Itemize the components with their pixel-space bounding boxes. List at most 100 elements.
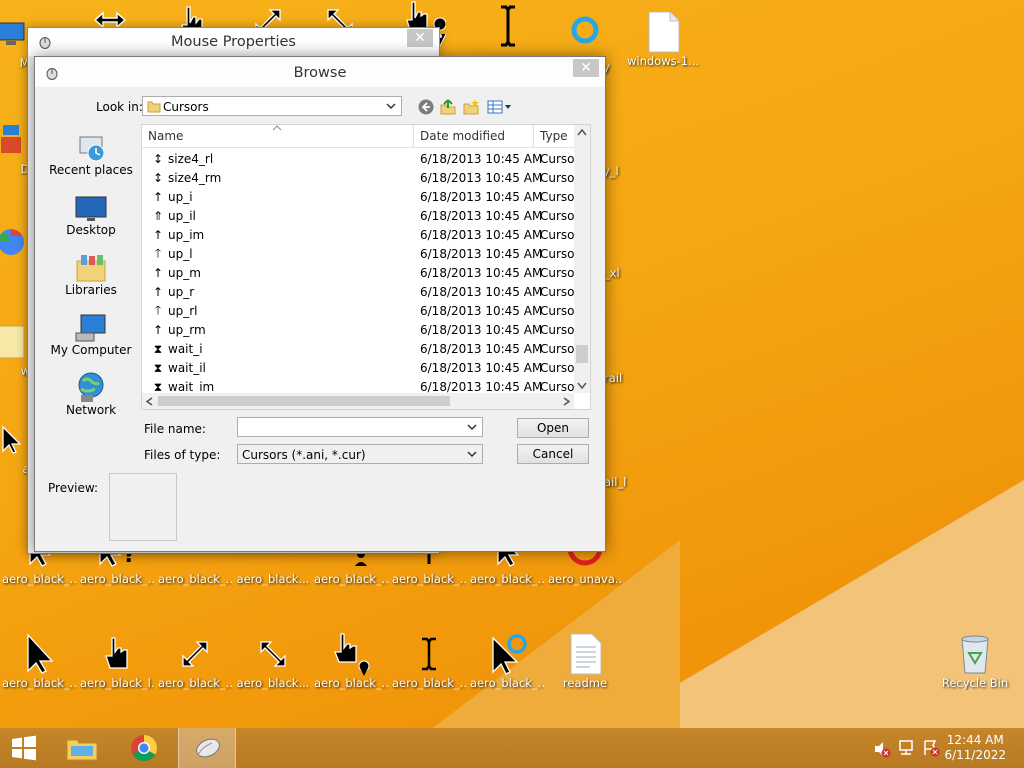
horizontal-scrollbar[interactable] [142, 393, 574, 409]
taskbar-mouse-properties[interactable] [178, 728, 236, 768]
place-network[interactable]: Network [43, 371, 139, 417]
chevron-down-icon [467, 451, 477, 458]
file-row[interactable]: ⧗ wait_il 6/18/2013 10:45 AM Cursor [142, 359, 580, 378]
wait-cursor-icon: ⧗ [153, 341, 163, 356]
desktop-icon-readme[interactable]: readme [548, 632, 622, 690]
file-row[interactable]: 🡑 up_l 6/18/2013 10:45 AM Cursor [142, 245, 580, 264]
title-bar[interactable]: Mouse Properties ✕ [28, 28, 439, 56]
place-my-computer[interactable]: My Computer [43, 311, 139, 357]
file-row[interactable]: ↑ up_rm 6/18/2013 10:45 AM Cursor [142, 321, 579, 340]
file-date-modified: 6/18/2013 10:45 AM [420, 304, 543, 318]
desktop-icon-recycle-bin[interactable]: Recycle Bin [938, 632, 1012, 690]
scroll-down-arrow-icon[interactable] [577, 382, 587, 389]
recent-places-icon [43, 131, 139, 163]
diagonal-resize-cursor-icon [158, 632, 232, 676]
busy-ring-cursor-icon[interactable] [565, 10, 605, 50]
resize-vertical-icon: ↕ [152, 152, 164, 166]
up-arrow-icon: ↑ [152, 228, 164, 242]
scroll-left-arrow-icon[interactable] [146, 397, 153, 406]
scrollbar-thumb[interactable] [576, 345, 588, 363]
file-row[interactable]: ↕ size4_rm 6/18/2013 10:45 AM Cursor [142, 169, 579, 188]
column-header-date-modified[interactable]: Date modified [420, 129, 505, 143]
open-button[interactable]: Open [517, 418, 589, 438]
file-row[interactable]: ↑ up_m 6/18/2013 10:45 AM Cursor [142, 264, 579, 283]
file-date-modified: 6/18/2013 10:45 AM [420, 361, 543, 375]
close-button[interactable]: ✕ [573, 59, 599, 77]
close-button[interactable]: ✕ [407, 29, 433, 47]
desktop-icon-cursor-file[interactable]: aero_black_... [314, 632, 388, 690]
file-name: size4_rl [168, 152, 214, 166]
volume-muted-icon[interactable] [873, 740, 891, 758]
file-row[interactable]: ↑ up_r 6/18/2013 10:45 AM Cursor [142, 283, 579, 302]
scrollbar-thumb[interactable] [158, 396, 450, 406]
place-libraries[interactable]: Libraries [43, 251, 139, 297]
taskbar-chrome[interactable] [116, 728, 172, 768]
network-icon[interactable] [898, 739, 916, 757]
back-icon[interactable] [417, 98, 435, 116]
wait-cursor-icon: ⧗ [153, 360, 163, 375]
mouse-icon [196, 738, 220, 758]
scroll-up-arrow-icon[interactable] [577, 129, 587, 136]
scroll-right-arrow-icon[interactable] [563, 397, 570, 406]
sort-ascending-icon [272, 125, 282, 131]
file-row[interactable]: ⇑ up_il 6/18/2013 10:45 AM Cursor [142, 207, 579, 226]
file-row[interactable]: 🡑 up_rl 6/18/2013 10:45 AM Cursor [142, 302, 580, 321]
column-header-type[interactable]: Type [540, 129, 568, 143]
text-select-cursor-icon[interactable] [488, 5, 528, 47]
clock-time: 12:44 AM [946, 733, 1004, 747]
action-center-icon[interactable] [922, 739, 940, 757]
up-one-level-icon[interactable] [439, 98, 457, 116]
file-row[interactable]: ↕ size4_rl 6/18/2013 10:45 AM Cursor [142, 150, 579, 169]
files-of-type-dropdown[interactable]: Cursors (*.ani, *.cur) [237, 444, 483, 464]
place-recent-places[interactable]: Recent places [43, 131, 139, 177]
text-select-cursor-icon [392, 632, 466, 676]
file-name: wait_il [168, 361, 206, 375]
chrome-icon [131, 735, 158, 762]
file-row[interactable]: ⧗ wait_i 6/18/2013 10:45 AM Cursor [142, 340, 580, 359]
desktop-icon-cursor-file[interactable]: aero_black_... [392, 632, 466, 690]
file-name-input[interactable] [237, 417, 483, 437]
recycle-bin-icon [938, 632, 1012, 676]
up-arrow-icon: ↑ [152, 285, 164, 299]
up-arrow-icon: 🡑 [154, 302, 162, 317]
file-row[interactable]: ↑ up_im 6/18/2013 10:45 AM Cursor [142, 226, 579, 245]
place-desktop[interactable]: Desktop [43, 191, 139, 237]
network-globe-icon [43, 371, 139, 403]
desktop-icon-windows-file[interactable]: windows-1... [626, 10, 700, 68]
file-list[interactable]: Name Date modified Type ↕ size4_rl 6/18/20… [141, 124, 591, 410]
title-bar[interactable]: Browse ✕ [35, 57, 605, 87]
hand-cursor-icon [80, 632, 154, 676]
arrow-cursor-icon [2, 632, 76, 676]
up-arrow-icon: 🡑 [154, 245, 162, 260]
new-folder-icon[interactable] [462, 98, 480, 116]
resize-vertical-icon: ↕ [152, 171, 164, 185]
desktop-icon-cursor-file[interactable]: aero_black_l... [80, 632, 154, 690]
file-date-modified: 6/18/2013 10:45 AM [420, 285, 543, 299]
view-menu-icon[interactable] [486, 98, 514, 116]
file-name: up_l [168, 247, 193, 261]
vertical-scrollbar[interactable] [574, 125, 590, 393]
column-divider[interactable] [413, 125, 414, 147]
chevron-down-icon[interactable] [465, 420, 479, 434]
windows-logo-icon [12, 735, 36, 761]
look-in-dropdown[interactable]: Cursors [142, 96, 402, 116]
cancel-button[interactable]: Cancel [517, 444, 589, 464]
look-in-label: Look in: [96, 100, 143, 114]
document-icon [626, 10, 700, 54]
column-divider[interactable] [533, 125, 534, 147]
desktop-icon-cursor-file[interactable]: aero_black_... [158, 632, 232, 690]
taskbar: 12:44 AM 6/11/2022 [0, 728, 1024, 768]
files-of-type-label: Files of type: [144, 448, 221, 462]
file-name: up_rm [168, 323, 206, 337]
start-button[interactable] [0, 728, 48, 768]
desktop-icon-cursor-file[interactable]: aero_black... [236, 632, 310, 690]
partial-label: _xl [604, 266, 620, 280]
system-clock[interactable]: 12:44 AM 6/11/2022 [944, 733, 1006, 763]
partial-label: ail_l [604, 475, 627, 489]
desktop-icon-cursor-file[interactable]: aero_black_... [2, 632, 76, 690]
column-header-name[interactable]: Name [148, 129, 183, 143]
file-name: up_rl [168, 304, 198, 318]
desktop-icon-cursor-file[interactable]: aero_black_... [470, 632, 544, 690]
file-row[interactable]: ↑ up_i 6/18/2013 10:45 AM Cursor [142, 188, 579, 207]
taskbar-file-explorer[interactable] [54, 728, 110, 768]
